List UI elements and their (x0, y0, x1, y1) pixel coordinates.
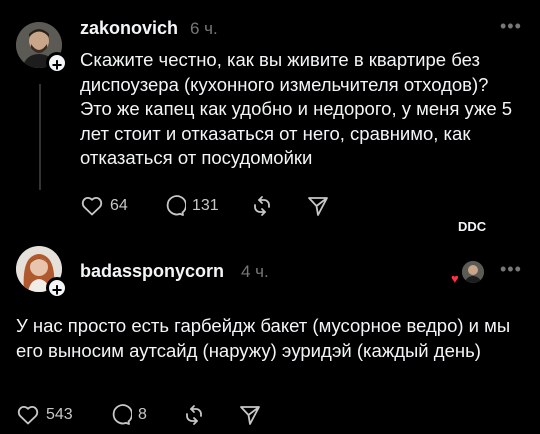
like-count: 543 (46, 406, 73, 423)
follow-plus-button[interactable]: + (46, 277, 68, 300)
comment-button[interactable]: 131 (162, 194, 219, 218)
username[interactable]: zakonovich (80, 18, 178, 39)
comment-icon (112, 404, 132, 425)
watermark: DDC (458, 219, 487, 234)
repost-button[interactable] (250, 194, 274, 218)
user-avatar-man-icon (462, 261, 484, 283)
username[interactable]: badassponycorn (80, 261, 224, 282)
post-time: 4 ч. (241, 262, 269, 281)
post-time: 6 ч. (190, 19, 218, 38)
heart-badge-icon: ♥ (451, 271, 459, 286)
share-button[interactable] (306, 194, 330, 218)
send-icon (240, 406, 260, 425)
heart-icon (17, 406, 39, 425)
post-actions: 543 8 (16, 403, 316, 433)
like-button[interactable]: 543 (16, 403, 73, 427)
repost-icon (254, 196, 270, 216)
comment-count: 131 (192, 197, 219, 214)
send-icon (308, 197, 328, 216)
post-text: Скажите честно, как вы живите в квартире… (80, 49, 513, 168)
like-count: 64 (110, 197, 128, 214)
like-button[interactable]: 64 (80, 194, 128, 218)
repost-icon (186, 405, 202, 425)
more-dots-icon[interactable]: ••• (500, 16, 522, 37)
comment-button[interactable]: 8 (108, 403, 147, 427)
post-actions: 64 131 (80, 194, 380, 224)
comment-icon (166, 195, 186, 216)
repost-button[interactable] (182, 403, 206, 427)
post-text: У нас просто есть гарбейдж бакет (мусорн… (16, 315, 511, 361)
share-button[interactable] (238, 403, 262, 427)
follow-plus-button[interactable]: + (46, 52, 68, 75)
more-dots-icon[interactable]: ••• (500, 259, 522, 280)
thread-line (39, 84, 41, 190)
heart-icon (81, 197, 103, 216)
comment-count: 8 (138, 406, 147, 423)
liked-by-author-avatar (460, 259, 486, 285)
